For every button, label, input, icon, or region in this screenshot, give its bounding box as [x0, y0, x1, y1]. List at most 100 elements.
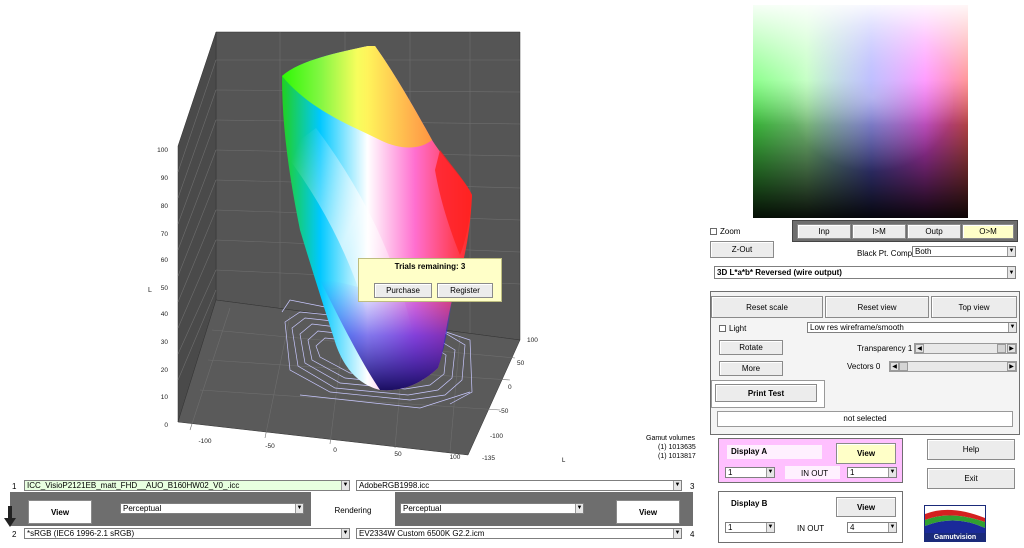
- profile-4-select[interactable]: EV2334W Custom 6500K G2.2.icm ▼: [356, 528, 682, 539]
- chevron-down-icon: ▼: [888, 468, 896, 477]
- transparency-slider[interactable]: ◀ ▶: [914, 343, 1017, 354]
- y-tick: 50: [517, 360, 525, 367]
- chevron-down-icon: ▼: [295, 504, 303, 513]
- plot-controls-panel: Reset scale Reset view Top view Light Lo…: [710, 291, 1020, 435]
- display-a-in-out: IN OUT: [801, 469, 829, 478]
- view-tabs: Inp I>M Outp O>M: [792, 220, 1018, 242]
- chevron-down-icon: ▼: [766, 468, 774, 477]
- profile-3-number: 3: [690, 482, 695, 491]
- tab-inp[interactable]: Inp: [797, 224, 851, 239]
- x-tick: 0: [333, 447, 337, 454]
- y-tick: 0: [508, 384, 512, 391]
- rendering-label: Rendering: [334, 506, 372, 515]
- chevron-down-icon: ▼: [341, 481, 349, 490]
- chevron-left-icon[interactable]: ◀: [890, 362, 899, 371]
- print-test-button[interactable]: Print Test: [715, 384, 817, 402]
- z-tick: 80: [161, 203, 169, 210]
- resolution-select[interactable]: Low res wireframe/smooth ▼: [807, 322, 1017, 333]
- trial-dialog: Trials remaining: 3 Purchase Register: [358, 258, 502, 302]
- chevron-down-icon: ▼: [1007, 267, 1015, 278]
- intent-left-select[interactable]: Perceptual ▼: [120, 503, 304, 514]
- help-button[interactable]: Help: [927, 439, 1015, 460]
- chevron-right-icon[interactable]: ▶: [1007, 344, 1016, 353]
- register-button[interactable]: Register: [437, 283, 493, 298]
- profile-3-view-button[interactable]: View: [616, 500, 680, 524]
- x-tick: -100: [198, 438, 211, 445]
- z-tick: 20: [161, 367, 169, 374]
- display-b-out-select[interactable]: 4 ▼: [847, 522, 897, 533]
- black-point-comp-label: Black Pt. Comp.: [857, 249, 915, 258]
- profile-2-number: 2: [12, 530, 17, 539]
- display-a-view-button[interactable]: View: [836, 443, 896, 464]
- display-b-view-button[interactable]: View: [836, 497, 896, 517]
- chevron-down-icon: ▼: [766, 523, 774, 532]
- z-tick: 0: [164, 422, 168, 429]
- profile-1-view-button[interactable]: View: [28, 500, 92, 524]
- z-tick: 60: [161, 257, 169, 264]
- display-b-in-out: IN OUT: [797, 524, 825, 533]
- profile-4-number: 4: [690, 530, 695, 539]
- y-tick: -100: [490, 433, 503, 440]
- display-b-in-select[interactable]: 1 ▼: [725, 522, 775, 533]
- slider-thumb[interactable]: [899, 362, 908, 371]
- black-point-comp-select[interactable]: Both ▼: [912, 246, 1016, 257]
- z-tick: 100: [157, 147, 168, 154]
- zoom-out-button[interactable]: Z-Out: [710, 241, 774, 258]
- display-b-label: Display B: [731, 499, 768, 508]
- transparency-label: Transparency 1: [857, 344, 913, 353]
- plot-mode-select[interactable]: 3D L*a*b* Reversed (wire output) ▼: [714, 266, 1016, 279]
- z-tick: 30: [161, 339, 169, 346]
- exit-button[interactable]: Exit: [927, 468, 1015, 489]
- chevron-down-icon: ▼: [575, 504, 583, 513]
- logo-text: Gamutvision: [925, 533, 985, 541]
- display-a-out-select[interactable]: 1 ▼: [847, 467, 897, 478]
- y-axis-label-right: L: [562, 458, 566, 464]
- x-tick: -50: [265, 443, 275, 450]
- vectors-slider[interactable]: ◀ ▶: [889, 361, 1017, 372]
- y-tick: 100: [527, 337, 538, 344]
- status-text: not selected: [843, 414, 887, 423]
- chevron-down-icon: ▼: [1007, 247, 1015, 256]
- vectors-label: Vectors 0: [847, 362, 881, 371]
- tab-o-m[interactable]: O>M: [962, 224, 1014, 239]
- profile-3-select[interactable]: AdobeRGB1998.icc ▼: [356, 480, 682, 491]
- down-arrow-icon: [4, 506, 16, 528]
- slider-thumb[interactable]: [997, 344, 1006, 353]
- top-view-button[interactable]: Top view: [931, 296, 1017, 318]
- light-checkbox[interactable]: [719, 325, 726, 332]
- z-tick: 70: [161, 231, 169, 238]
- zoom-label: Zoom: [720, 227, 741, 236]
- tab-outp[interactable]: Outp: [907, 224, 961, 239]
- z-tick: 40: [161, 311, 169, 318]
- y-tick: -135: [482, 455, 495, 462]
- chevron-down-icon: ▼: [341, 529, 349, 538]
- display-a-in-select[interactable]: 1 ▼: [725, 467, 775, 478]
- rotate-button[interactable]: Rotate: [719, 340, 783, 355]
- status-box: not selected: [717, 411, 1013, 427]
- gamut-volume-2: (1) 1013817: [658, 453, 696, 460]
- color-map-panel[interactable]: [753, 5, 968, 218]
- gamutvision-logo: Gamutvision: [924, 505, 986, 542]
- display-b-panel: Display B View 1 ▼ IN OUT 4 ▼: [718, 491, 903, 543]
- reset-scale-button[interactable]: Reset scale: [711, 296, 823, 318]
- profile-1-select[interactable]: ICC_VisioP2121EB_matt_FHD__AUO_B160HW02_…: [24, 480, 350, 491]
- reset-view-button[interactable]: Reset view: [825, 296, 929, 318]
- profile-1-number: 1: [12, 482, 17, 491]
- zoom-checkbox[interactable]: [710, 228, 717, 235]
- light-label: Light: [729, 324, 747, 333]
- profile-2-select[interactable]: *sRGB (IEC6 1996-2.1 sRGB) ▼: [24, 528, 350, 539]
- display-a-label: Display A: [731, 447, 768, 456]
- chevron-down-icon: ▼: [673, 481, 681, 490]
- chevron-down-icon: ▼: [888, 523, 896, 532]
- gamut-volume-1: (1) 1013635: [658, 444, 696, 451]
- gamut-volumes-title: Gamut volumes: [646, 435, 696, 442]
- intent-right-select[interactable]: Perceptual ▼: [400, 503, 584, 514]
- more-button[interactable]: More: [719, 361, 783, 376]
- tab-i-m[interactable]: I>M: [852, 224, 906, 239]
- gamut-3d-plot[interactable]: 100 90 80 70 60 50 40 30 20 10 0 L -100 …: [140, 30, 560, 465]
- purchase-button[interactable]: Purchase: [374, 283, 432, 298]
- chevron-down-icon: ▼: [1008, 323, 1016, 332]
- y-tick: -50: [499, 408, 509, 415]
- chevron-right-icon[interactable]: ▶: [1007, 362, 1016, 371]
- chevron-left-icon[interactable]: ◀: [915, 344, 924, 353]
